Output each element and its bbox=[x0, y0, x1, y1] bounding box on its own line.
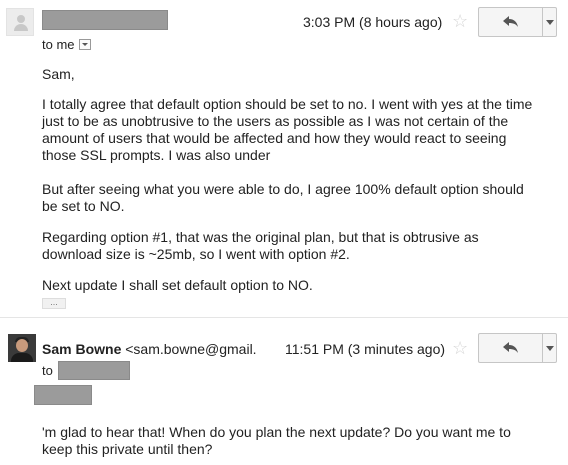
body-line-2: keep this private until then? bbox=[42, 441, 213, 457]
paragraph-4: Next update I shall set default option t… bbox=[42, 277, 313, 293]
star-icon[interactable]: ☆ bbox=[452, 12, 468, 30]
message-timestamp-2[interactable]: 11:51 PM (3 minutes ago) bbox=[285, 341, 445, 357]
sender-line: Sam Bowne <sam.bowne@gmail. bbox=[42, 341, 257, 357]
sender-avatar-generic bbox=[6, 8, 34, 36]
paragraph-2: But after seeing what you were able to d… bbox=[42, 181, 524, 214]
reply-button-group-2 bbox=[478, 333, 557, 363]
recipient-line: to me bbox=[42, 37, 91, 52]
reply-button[interactable] bbox=[479, 8, 543, 36]
chevron-down-icon bbox=[545, 345, 554, 351]
more-actions-button[interactable] bbox=[543, 8, 556, 36]
redacted-recipient bbox=[58, 361, 130, 380]
star-icon[interactable]: ☆ bbox=[452, 339, 468, 357]
body-line-1: 'm glad to hear that! When do you plan t… bbox=[42, 424, 511, 440]
paragraph-3: Regarding option #1, that was the origin… bbox=[42, 229, 479, 262]
sender-name[interactable]: Sam Bowne bbox=[42, 341, 121, 357]
chevron-down-icon bbox=[545, 19, 554, 25]
message-body: Sam, I totally agree that default option… bbox=[42, 66, 542, 294]
redacted-text bbox=[34, 385, 92, 405]
sender-email: <sam.bowne@gmail. bbox=[125, 341, 257, 357]
redacted-sender-name bbox=[42, 10, 168, 30]
more-actions-button[interactable] bbox=[543, 334, 556, 362]
message-timestamp[interactable]: 3:03 PM (8 hours ago) bbox=[303, 14, 442, 30]
show-details-dropdown-icon[interactable] bbox=[78, 39, 91, 51]
reply-button[interactable] bbox=[479, 334, 543, 362]
show-trimmed-content-button[interactable]: ... bbox=[42, 298, 66, 309]
greeting: Sam, bbox=[42, 66, 75, 82]
paragraph-1: I totally agree that default option shou… bbox=[42, 96, 533, 163]
reply-button-group bbox=[478, 7, 557, 37]
message-divider bbox=[0, 317, 568, 318]
avatar bbox=[8, 334, 36, 362]
to-label: to bbox=[42, 363, 53, 378]
reply-arrow-icon bbox=[502, 342, 518, 353]
to-me-label: to me bbox=[42, 37, 75, 52]
reply-arrow-icon bbox=[502, 16, 518, 27]
message-body-2: 'm glad to hear that! When do you plan t… bbox=[42, 424, 552, 458]
